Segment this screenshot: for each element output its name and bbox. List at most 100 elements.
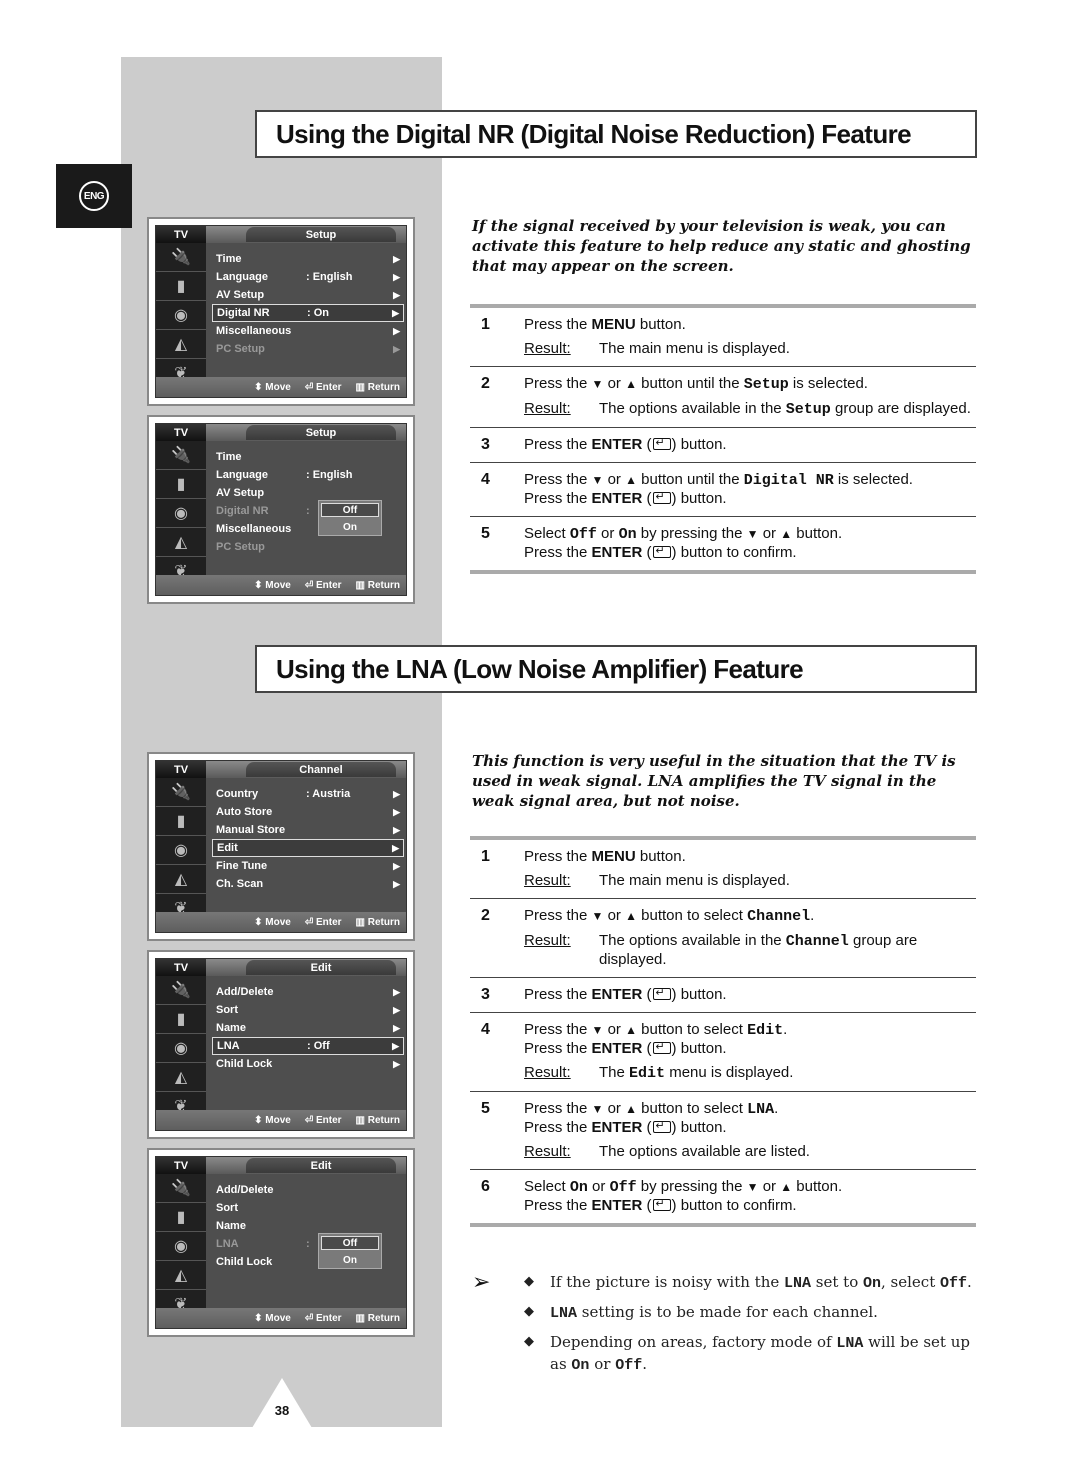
page-number: 38	[274, 1403, 290, 1418]
result-label: Result:	[524, 1064, 571, 1081]
tv-menu-screen: TV Setup 🔌 ▮ ◉ ◭ ❦ Time ▶ Language: English ▶ AV Se…	[147, 217, 415, 406]
menu-item[interactable]: Miscellaneous ▶	[212, 322, 404, 340]
menu-item[interactable]: Ch. Scan ▶	[212, 875, 404, 893]
menu-item[interactable]: PC Setup ▶	[212, 340, 404, 358]
step-number: 5	[481, 1100, 490, 1117]
menu-item[interactable]: Time ▶	[212, 250, 404, 268]
arrow-right-icon: ▶	[393, 824, 400, 835]
sound-icon: ◉	[156, 499, 206, 528]
menu-item[interactable]: Sort	[212, 1199, 404, 1217]
diamond-bullet-icon: ◆	[524, 1304, 534, 1319]
menu-title: Setup	[246, 227, 396, 242]
menu-item[interactable]: Add/Delete	[212, 1181, 404, 1199]
note-item: ◆ LNA setting is to be made for each chan…	[524, 1303, 878, 1322]
arrow-right-icon: ▶	[393, 271, 400, 282]
menu-item[interactable]: Country: Austria ▶	[212, 785, 404, 803]
step-text: Press the ENTER () button.	[524, 984, 976, 1004]
step-row: 2 Press the ▼ or ▲ button to select Chann…	[470, 899, 976, 978]
intro-lna: This function is very useful in the situ…	[472, 752, 956, 810]
note-item: ◆ Depending on areas, factory mode of LNA…	[524, 1333, 970, 1374]
step-number: 3	[481, 436, 490, 453]
return-hint: ▥ Return	[355, 1114, 400, 1126]
menu-item[interactable]: Child Lock ▶	[212, 1055, 404, 1073]
enter-hint: ⏎ Enter	[304, 1312, 342, 1324]
menu-item[interactable]: Digital NR: On ▶	[212, 304, 404, 322]
channel-icon: ◭	[156, 1063, 206, 1092]
input-icon: 🔌	[156, 441, 206, 470]
picture-icon: ▮	[156, 807, 206, 836]
step-row: 3 Press the ENTER () button.	[470, 428, 976, 463]
step-text: Press the ▼ or ▲ button until the Setup …	[524, 375, 976, 419]
step-row: 3 Press the ENTER () button.	[470, 978, 976, 1013]
step-row: 1 Press the MENU button. Result: The main m…	[470, 840, 976, 899]
step-number: 4	[481, 1021, 490, 1038]
menu-item[interactable]: AV Setup ▶	[212, 286, 404, 304]
step-number: 1	[481, 848, 490, 865]
result-label: Result:	[524, 340, 571, 357]
step-text: Select On or Off by pressing the ▼ or ▲ …	[524, 1178, 976, 1215]
popup-option[interactable]: On	[319, 519, 381, 535]
menu-item[interactable]: Fine Tune ▶	[212, 857, 404, 875]
section-title-digital-nr: Using the Digital NR (Digital Noise Redu…	[255, 110, 977, 158]
intro-digital-nr: If the signal received by your televisio…	[472, 217, 971, 275]
step-text: Press the ▼ or ▲ button to select Channe…	[524, 907, 976, 969]
arrow-right-icon: ▶	[392, 1040, 399, 1051]
arrow-right-icon: ▶	[393, 1022, 400, 1033]
tv-label: TV	[156, 761, 206, 778]
arrow-right-icon: ▶	[393, 806, 400, 817]
return-hint: ▥ Return	[355, 381, 400, 393]
option-popup: Off On	[318, 1233, 382, 1269]
result-label: Result:	[524, 872, 571, 889]
picture-icon: ▮	[156, 1203, 206, 1232]
enter-hint: ⏎ Enter	[304, 381, 342, 393]
step-text: Press the ENTER () button.	[524, 434, 976, 454]
picture-icon: ▮	[156, 1005, 206, 1034]
step-row: 2 Press the ▼ or ▲ button until the Setup…	[470, 367, 976, 428]
arrow-right-icon: ▶	[393, 1004, 400, 1015]
arrow-right-icon: ▶	[392, 842, 399, 853]
input-icon: 🔌	[156, 976, 206, 1005]
step-text: Press the ▼ or ▲ button to select Edit. P…	[524, 1021, 976, 1083]
menu-item[interactable]: PC Setup	[212, 538, 404, 556]
enter-hint: ⏎ Enter	[304, 579, 342, 591]
step-result: Result: The main menu is displayed.	[524, 872, 790, 889]
menu-item[interactable]: Language: English ▶	[212, 268, 404, 286]
step-result: Result: The options available in the Chan…	[524, 932, 918, 968]
step-number: 2	[481, 907, 490, 924]
return-hint: ▥ Return	[355, 916, 400, 928]
menu-item[interactable]: Sort ▶	[212, 1001, 404, 1019]
menu-item[interactable]: Language: English	[212, 466, 404, 484]
arrow-right-icon: ▶	[393, 289, 400, 300]
tv-label: TV	[156, 959, 206, 976]
channel-icon: ◭	[156, 528, 206, 557]
diamond-bullet-icon: ◆	[524, 1334, 534, 1349]
menu-item[interactable]: Add/Delete ▶	[212, 983, 404, 1001]
return-hint: ▥ Return	[355, 1312, 400, 1324]
menu-title: Edit	[246, 960, 396, 975]
section-title-lna: Using the LNA (Low Noise Amplifier) Feat…	[255, 645, 977, 693]
arrow-right-icon: ▶	[392, 307, 399, 318]
step-row: 6 Select On or Off by pressing the ▼ or ▲…	[470, 1170, 976, 1223]
menu-item[interactable]: Time	[212, 448, 404, 466]
popup-option[interactable]: On	[319, 1252, 381, 1268]
step-result: Result: The options available in the Setu…	[524, 400, 971, 418]
popup-option[interactable]: Off	[321, 503, 379, 517]
option-popup: Off On	[318, 500, 382, 536]
step-text: Press the ▼ or ▲ button to select LNA. Pr…	[524, 1100, 976, 1161]
menu-item[interactable]: Name ▶	[212, 1019, 404, 1037]
menu-item[interactable]: Edit ▶	[212, 839, 404, 857]
menu-item[interactable]: LNA: Off ▶	[212, 1037, 404, 1055]
menu-title: Channel	[246, 762, 396, 777]
step-number: 6	[481, 1178, 490, 1195]
popup-option[interactable]: Off	[321, 1236, 379, 1250]
menu-item[interactable]: Auto Store ▶	[212, 803, 404, 821]
step-result: Result: The Edit menu is displayed.	[524, 1064, 794, 1082]
result-label: Result:	[524, 932, 571, 949]
menu-item[interactable]: Manual Store ▶	[212, 821, 404, 839]
step-text: Press the ▼ or ▲ button until the Digita…	[524, 471, 976, 508]
sound-icon: ◉	[156, 1034, 206, 1063]
channel-icon: ◭	[156, 865, 206, 894]
move-hint: ⬍ Move	[254, 381, 291, 393]
input-icon: 🔌	[156, 778, 206, 807]
picture-icon: ▮	[156, 272, 206, 301]
